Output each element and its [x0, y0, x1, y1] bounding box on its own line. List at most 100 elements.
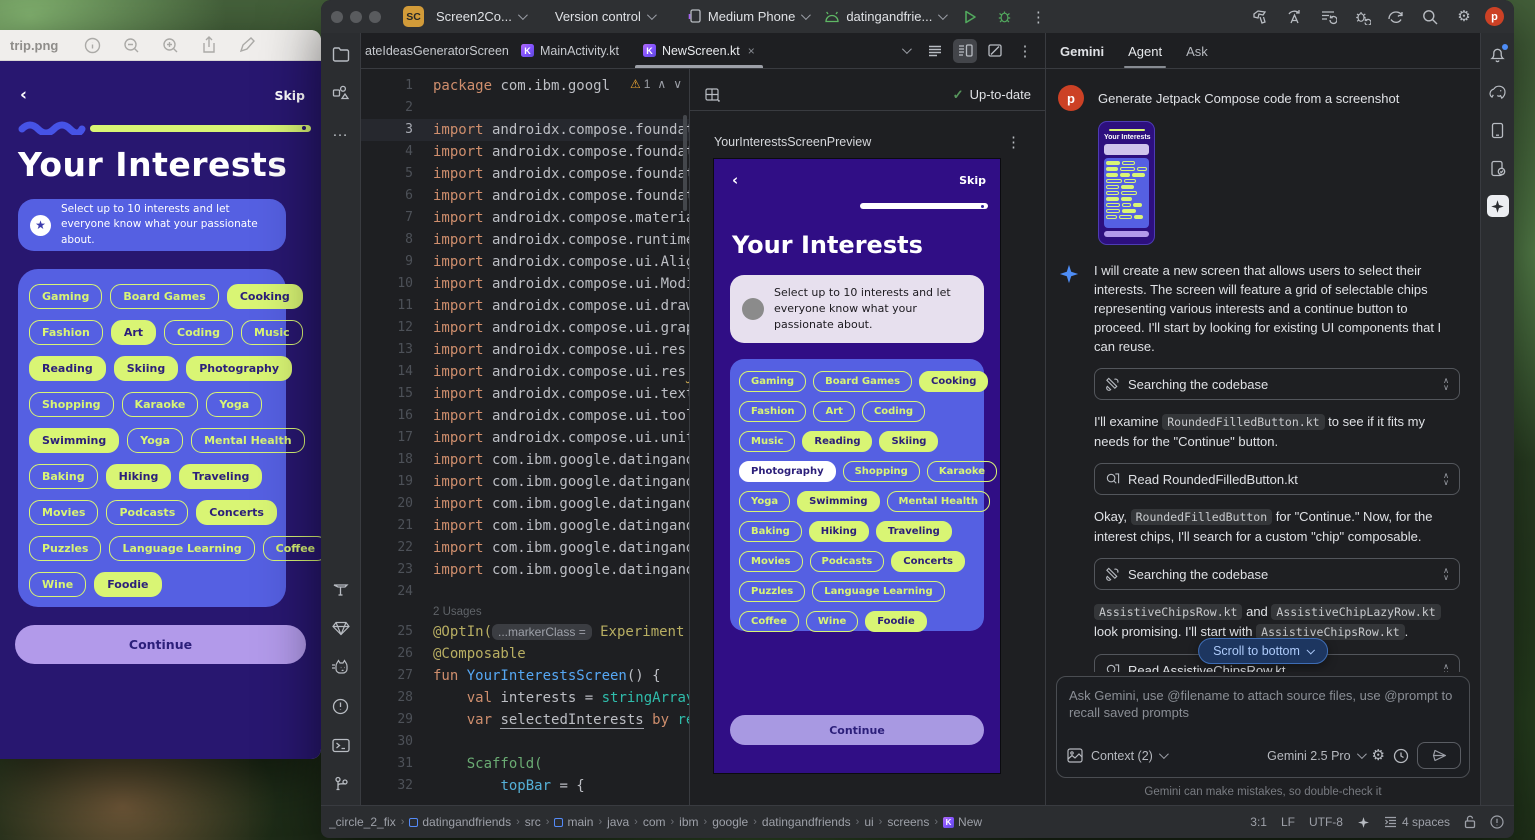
- resource-manager-icon[interactable]: [330, 82, 352, 104]
- gradle-sync-icon[interactable]: [1383, 4, 1409, 30]
- tab-list-chevron[interactable]: [893, 39, 917, 63]
- breadcrumb-item[interactable]: ibm: [679, 815, 698, 829]
- lock-icon[interactable]: [1464, 815, 1476, 829]
- indent-setting[interactable]: 4 spaces: [1384, 815, 1450, 829]
- editor-tab-mainactivity-kt[interactable]: KMainActivity.kt: [509, 33, 631, 68]
- code-line[interactable]: 29 var selectedInterests by re: [361, 709, 689, 731]
- context-dropdown[interactable]: Context (2): [1091, 749, 1166, 763]
- editor-tab-ateideasgeneratorscreen-kt[interactable]: ateIdeasGeneratorScreen.kt: [361, 33, 509, 68]
- profile-avatar[interactable]: p: [1485, 7, 1504, 26]
- breadcrumb-item[interactable]: screens: [887, 815, 929, 829]
- scroll-to-bottom-button[interactable]: Scroll to bottom: [1198, 638, 1328, 664]
- zoom-out-icon[interactable]: [123, 37, 140, 54]
- error-indicator-icon[interactable]: [1490, 815, 1504, 829]
- window-zoom-button[interactable]: [369, 11, 381, 23]
- code-line[interactable]: 28 val interests = stringArray: [361, 687, 689, 709]
- settings-gear-icon[interactable]: ⚙: [1451, 4, 1477, 30]
- code-line[interactable]: 30: [361, 731, 689, 753]
- hide-preview-icon[interactable]: [983, 39, 1007, 63]
- problems-icon[interactable]: [330, 695, 352, 717]
- code-line[interactable]: 7import androidx.compose.materia: [361, 207, 689, 229]
- logcat-cat-icon[interactable]: [330, 656, 352, 678]
- gemini-tool-icon[interactable]: [1487, 195, 1509, 217]
- code-line[interactable]: 18import com.ibm.google.datingand: [361, 449, 689, 471]
- preview-options-kebab[interactable]: ⋮: [1006, 133, 1021, 151]
- attachment-thumbnail[interactable]: Your Interests: [1098, 121, 1155, 245]
- breadcrumb-item[interactable]: KNew: [943, 815, 982, 829]
- code-line[interactable]: 15import androidx.compose.ui.text: [361, 383, 689, 405]
- tab-ask[interactable]: Ask: [1186, 44, 1208, 68]
- device-manager-icon[interactable]: [1487, 119, 1509, 141]
- code-line[interactable]: 12import androidx.compose.ui.grap: [361, 317, 689, 339]
- code-line[interactable]: 14import androidx.compose.ui.res.: [361, 361, 689, 383]
- window-close-button[interactable]: [331, 11, 343, 23]
- split-editor-icon[interactable]: [953, 39, 977, 63]
- gemini-prompt-input[interactable]: [1057, 677, 1469, 736]
- line-ending[interactable]: LF: [1281, 815, 1295, 829]
- expand-collapse-icon[interactable]: ∧ ∨: [1443, 567, 1449, 581]
- search-icon[interactable]: [1417, 4, 1443, 30]
- running-devices-icon[interactable]: [1487, 157, 1509, 179]
- code-line[interactable]: 27fun YourInterestsScreen() {: [361, 665, 689, 687]
- breadcrumb-item[interactable]: datingandfriends: [409, 815, 511, 829]
- run-config-branch[interactable]: datingandfrie...: [820, 6, 949, 27]
- terminal-icon[interactable]: [330, 734, 352, 756]
- model-dropdown[interactable]: Gemini 2.5 Pro: [1267, 749, 1363, 763]
- more-tools-ellipsis[interactable]: …: [330, 121, 352, 143]
- breadcrumb-item[interactable]: src: [525, 815, 541, 829]
- breadcrumb-item[interactable]: ui: [864, 815, 873, 829]
- build-hammer-icon[interactable]: [1247, 4, 1273, 30]
- build-tool-icon[interactable]: [330, 578, 352, 600]
- translate-sync-icon[interactable]: [1281, 4, 1307, 30]
- code-line[interactable]: 20import com.ibm.google.datingand: [361, 493, 689, 515]
- project-selector[interactable]: Screen2Co...: [432, 6, 529, 27]
- tool-step-searching-the-codebase[interactable]: Searching the codebase∧ ∨: [1094, 558, 1460, 590]
- code-line[interactable]: 6import androidx.compose.foundat: [361, 185, 689, 207]
- expand-collapse-icon[interactable]: ∧ ∨: [1443, 377, 1449, 391]
- file-encoding[interactable]: UTF-8: [1309, 815, 1343, 829]
- expand-collapse-icon[interactable]: ∧ ∨: [1443, 472, 1449, 486]
- breadcrumb-item[interactable]: com: [643, 815, 666, 829]
- breadcrumb-item[interactable]: _circle_2_fix: [329, 815, 396, 829]
- editor-tab-newscreen-kt[interactable]: KNewScreen.kt×: [631, 33, 767, 68]
- inspection-widget[interactable]: ⚠ 1 ∧ ∨: [628, 77, 684, 91]
- tool-step-searching-the-codebase[interactable]: Searching the codebase∧ ∨: [1094, 368, 1460, 400]
- send-button[interactable]: [1417, 742, 1461, 769]
- breadcrumb-item[interactable]: google: [712, 815, 748, 829]
- code-editor[interactable]: ⚠ 1 ∧ ∨ 1package com.ibm.googl23import a…: [361, 69, 690, 805]
- notifications-bell-icon[interactable]: [1487, 43, 1509, 65]
- code-line[interactable]: 24: [361, 581, 689, 603]
- code-line[interactable]: 31 Scaffold(: [361, 753, 689, 775]
- code-line[interactable]: 8import androidx.compose.runtime: [361, 229, 689, 251]
- code-view-icon[interactable]: [923, 39, 947, 63]
- share-icon[interactable]: [201, 36, 217, 54]
- window-minimize-button[interactable]: [350, 11, 362, 23]
- ai-assistant-status-icon[interactable]: [1357, 816, 1370, 829]
- expand-collapse-icon[interactable]: ∧ ∨: [1443, 663, 1449, 672]
- close-tab-icon[interactable]: ×: [748, 44, 755, 58]
- gradle-elephant-icon[interactable]: [1487, 81, 1509, 103]
- code-line[interactable]: 13import androidx.compose.ui.res.: [361, 339, 689, 361]
- breadcrumb-item[interactable]: main: [554, 815, 593, 829]
- code-line[interactable]: 11import androidx.compose.ui.draw: [361, 295, 689, 317]
- debug-button[interactable]: [991, 4, 1017, 30]
- info-icon[interactable]: [84, 37, 101, 54]
- code-line[interactable]: 9import androidx.compose.ui.Alig: [361, 251, 689, 273]
- more-actions-kebab[interactable]: ⋮: [1025, 4, 1051, 30]
- editor-scrollbar[interactable]: [683, 115, 687, 211]
- git-branch-icon[interactable]: [330, 773, 352, 795]
- profiler-bug-icon[interactable]: [1349, 4, 1375, 30]
- editor-options-kebab[interactable]: ⋮: [1013, 39, 1037, 63]
- code-line[interactable]: 5import androidx.compose.foundat: [361, 163, 689, 185]
- breadcrumb-item[interactable]: java: [607, 815, 629, 829]
- code-line[interactable]: 3import androidx.compose.foundat: [361, 119, 689, 141]
- zoom-in-icon[interactable]: [162, 37, 179, 54]
- gemini-settings-icon[interactable]: ⚙: [1372, 748, 1385, 763]
- markup-pencil-icon[interactable]: [239, 37, 255, 53]
- build-variants-icon[interactable]: [1315, 4, 1341, 30]
- code-line[interactable]: 23import com.ibm.google.datingand: [361, 559, 689, 581]
- code-line[interactable]: 17import androidx.compose.ui.unit: [361, 427, 689, 449]
- code-line[interactable]: 21import com.ibm.google.datingand: [361, 515, 689, 537]
- tool-step-read-roundedfilledbutton-kt[interactable]: Read RoundedFilledButton.kt∧ ∨: [1094, 463, 1460, 495]
- code-line[interactable]: 32 topBar = {: [361, 775, 689, 797]
